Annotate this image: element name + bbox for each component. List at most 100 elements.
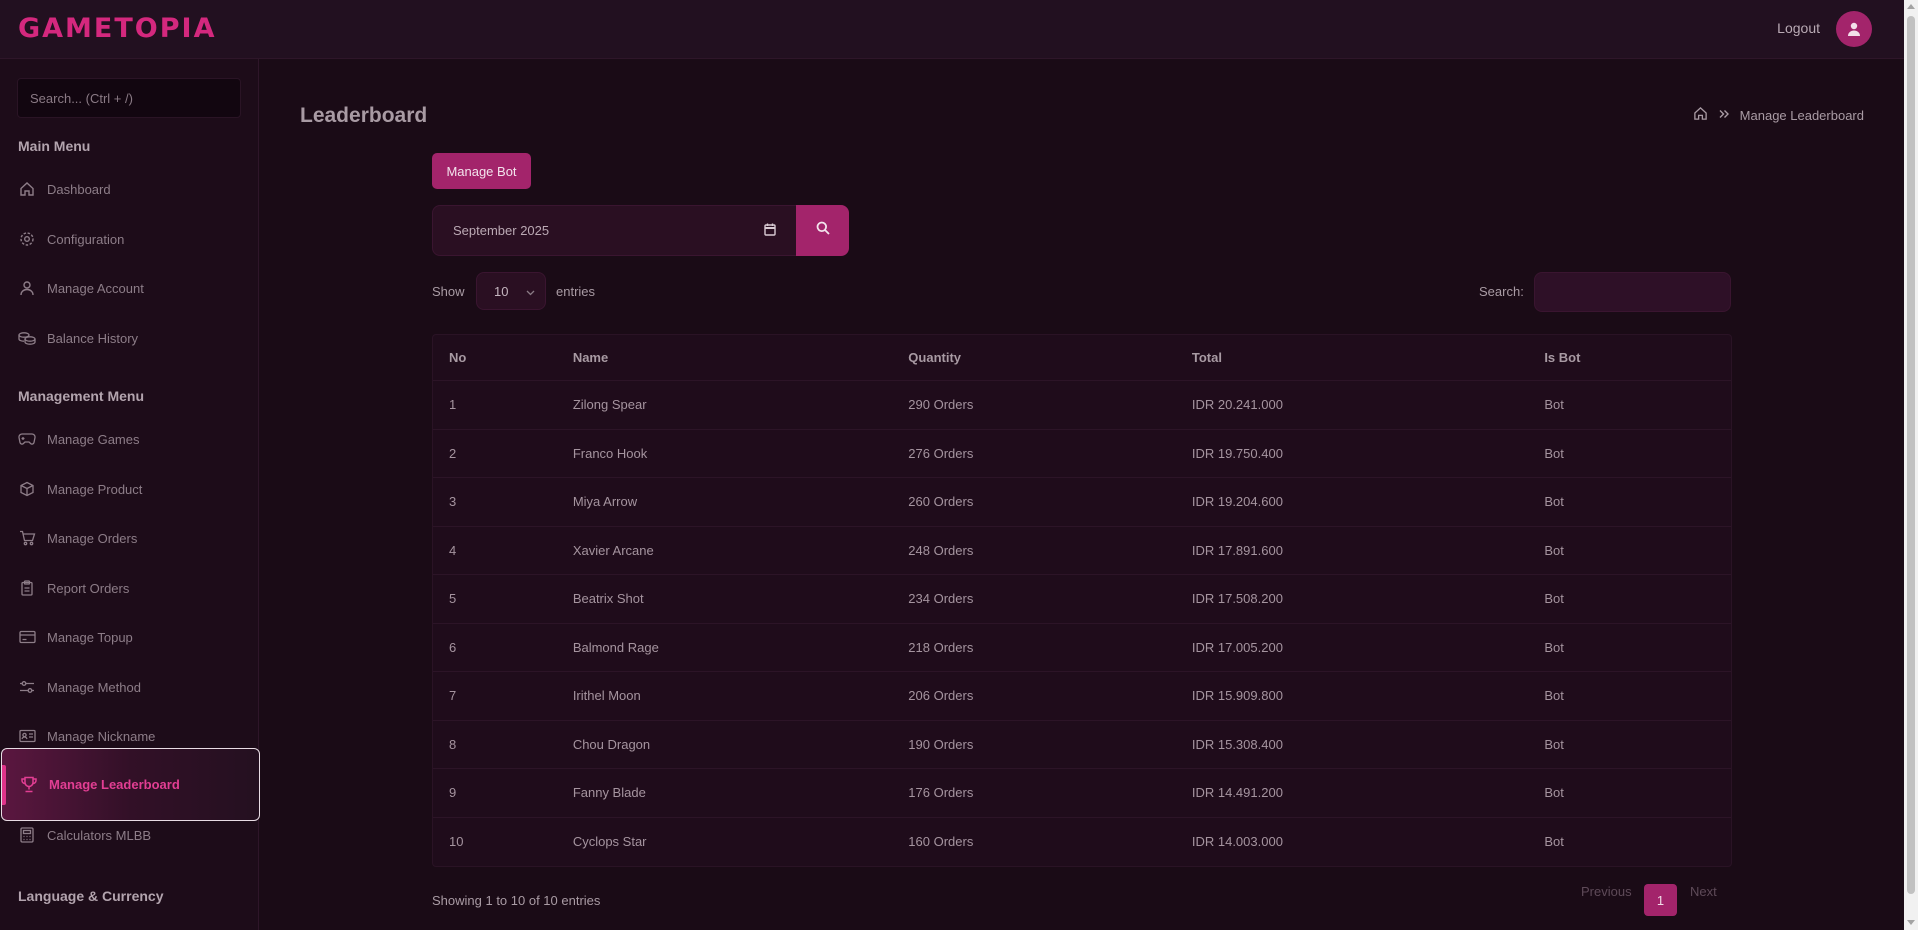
- sidebar-item-configuration[interactable]: Configuration: [0, 220, 259, 258]
- column-header-quantity[interactable]: Quantity: [908, 350, 1192, 365]
- sidebar-item-manage-games[interactable]: Manage Games: [0, 420, 259, 458]
- sidebar-item-manage-product[interactable]: Manage Product: [0, 470, 259, 508]
- scroll-up-arrow[interactable]: [1907, 4, 1915, 9]
- cell-is-bot: Bot: [1544, 445, 1564, 461]
- active-indicator: [2, 765, 6, 805]
- table-body: 1 Zilong Spear 290 Orders IDR 20.241.000 Bot…: [433, 381, 1731, 866]
- table-row: 9 Fanny Blade 176 Orders IDR 14.491.200 Bot: [433, 769, 1731, 818]
- table-row: 10 Cyclops Star 160 Orders IDR 14.003.000 Bo…: [433, 818, 1731, 867]
- cell-quantity: 260 Orders: [908, 494, 974, 510]
- cell-total: IDR 14.003.000: [1191, 834, 1283, 850]
- sidebar-search-input[interactable]: [17, 78, 241, 118]
- cell-no: 3: [449, 494, 457, 510]
- cell-no: 6: [449, 639, 457, 655]
- logout-link[interactable]: Logout: [1777, 20, 1820, 36]
- cell-quantity: 176 Orders: [908, 785, 974, 801]
- entries-select[interactable]: 10: [476, 272, 546, 310]
- management-menu-heading: Management Menu: [18, 388, 145, 404]
- cell-total: IDR 17.891.600: [1191, 542, 1283, 558]
- sidebar-item-label: Manage Method: [47, 679, 141, 695]
- sidebar-item-manage-account[interactable]: Manage Account: [0, 269, 259, 307]
- cell-total: IDR 17.508.200: [1191, 591, 1283, 607]
- month-value: September 2025: [453, 223, 550, 238]
- pagination-next[interactable]: Next: [1690, 884, 1717, 899]
- cell-total: IDR 14.491.200: [1191, 785, 1283, 801]
- table-row: 8 Chou Dragon 190 Orders IDR 15.308.400 Bot: [433, 721, 1731, 769]
- cell-quantity: 248 Orders: [908, 542, 974, 558]
- breadcrumb-current: Manage Leaderboard: [1739, 107, 1864, 123]
- cell-name: Balmond Rage: [572, 639, 659, 655]
- sidebar-item-calculators-mlbb[interactable]: Calculators MLBB: [0, 816, 259, 854]
- cell-name: Irithel Moon: [572, 688, 641, 704]
- scrollbar[interactable]: [1904, 0, 1918, 930]
- avatar[interactable]: [1836, 11, 1872, 47]
- pagination-page-1[interactable]: 1: [1644, 884, 1677, 916]
- cell-is-bot: Bot: [1544, 639, 1564, 655]
- column-header-is-bot[interactable]: Is Bot: [1544, 350, 1731, 365]
- table-search-input[interactable]: [1534, 272, 1731, 312]
- show-label: Show: [432, 284, 465, 299]
- cart-icon: [18, 529, 36, 547]
- cell-no: 9: [449, 785, 457, 801]
- table-search-label: Search:: [1479, 284, 1524, 299]
- cell-no: 10: [449, 834, 464, 850]
- cell-is-bot: Bot: [1544, 785, 1564, 801]
- cell-quantity: 276 Orders: [908, 445, 974, 461]
- sidebar-item-balance-history[interactable]: Balance History: [0, 319, 259, 357]
- cell-no: 8: [449, 736, 457, 752]
- box-icon: [18, 480, 36, 498]
- filter-search-button[interactable]: [796, 205, 849, 256]
- chevrons-right-icon: [1718, 108, 1730, 123]
- cell-is-bot: Bot: [1544, 542, 1564, 558]
- entries-value: 10: [494, 283, 509, 299]
- sidebar-item-label: Calculators MLBB: [47, 827, 152, 843]
- manage-bot-button[interactable]: Manage Bot: [432, 153, 531, 189]
- sidebar-item-label: Manage Games: [47, 431, 140, 447]
- cell-total: IDR 20.241.000: [1191, 397, 1283, 413]
- sliders-icon: [18, 678, 36, 696]
- top-bar: GAMETOPIA Logout: [0, 0, 1904, 59]
- gear-icon: [18, 230, 36, 248]
- user-icon: [18, 279, 36, 297]
- table-row: 3 Miya Arrow 260 Orders IDR 19.204.600 Bot: [433, 478, 1731, 527]
- month-picker[interactable]: September 2025: [432, 205, 797, 256]
- sidebar-item-manage-method[interactable]: Manage Method: [0, 668, 259, 706]
- leaderboard-table: No Name Quantity Total Is Bot 1 Zilong Sp…: [432, 334, 1732, 867]
- cell-is-bot: Bot: [1544, 494, 1564, 510]
- cell-is-bot: Bot: [1544, 688, 1564, 704]
- cell-name: Cyclops Star: [572, 834, 647, 850]
- cell-name: Fanny Blade: [572, 785, 646, 801]
- sidebar-item-label: Manage Product: [47, 481, 143, 497]
- cell-quantity: 234 Orders: [908, 591, 974, 607]
- calendar-icon[interactable]: [764, 223, 776, 239]
- sidebar-item-label: Manage Orders: [47, 530, 138, 546]
- sidebar-item-label: Manage Nickname: [47, 728, 156, 744]
- sidebar-item-label: Balance History: [47, 330, 139, 346]
- sidebar-item-label: Manage Leaderboard: [49, 777, 180, 792]
- sidebar-item-manage-orders[interactable]: Manage Orders: [0, 519, 259, 557]
- column-header-no[interactable]: No: [433, 350, 573, 365]
- user-avatar-icon: [1848, 22, 1860, 36]
- showing-entries-text: Showing 1 to 10 of 10 entries: [432, 893, 601, 908]
- column-header-total[interactable]: Total: [1192, 350, 1544, 365]
- card-icon: [18, 628, 36, 646]
- cell-name: Xavier Arcane: [572, 542, 654, 558]
- page-title: Leaderboard: [300, 104, 428, 127]
- sidebar-item-dashboard[interactable]: Dashboard: [0, 170, 259, 208]
- column-header-name[interactable]: Name: [573, 350, 908, 365]
- cell-no: 4: [449, 542, 457, 558]
- scroll-thumb[interactable]: [1907, 16, 1915, 894]
- cell-total: IDR 19.204.600: [1191, 494, 1283, 510]
- brand-logo[interactable]: GAMETOPIA: [18, 13, 216, 44]
- gamepad-icon: [18, 430, 36, 448]
- coins-icon: [18, 329, 36, 347]
- sidebar-item-manage-leaderboard[interactable]: Manage Leaderboard: [1, 748, 260, 821]
- pagination-previous[interactable]: Previous: [1581, 884, 1632, 899]
- home-icon[interactable]: [1693, 106, 1708, 124]
- sidebar-item-manage-topup[interactable]: Manage Topup: [0, 618, 259, 656]
- cell-is-bot: Bot: [1544, 591, 1564, 607]
- scroll-down-arrow[interactable]: [1907, 920, 1915, 925]
- sidebar-item-label: Dashboard: [47, 181, 111, 197]
- sidebar-item-label: Manage Topup: [47, 629, 133, 645]
- sidebar-item-report-orders[interactable]: Report Orders: [0, 569, 259, 607]
